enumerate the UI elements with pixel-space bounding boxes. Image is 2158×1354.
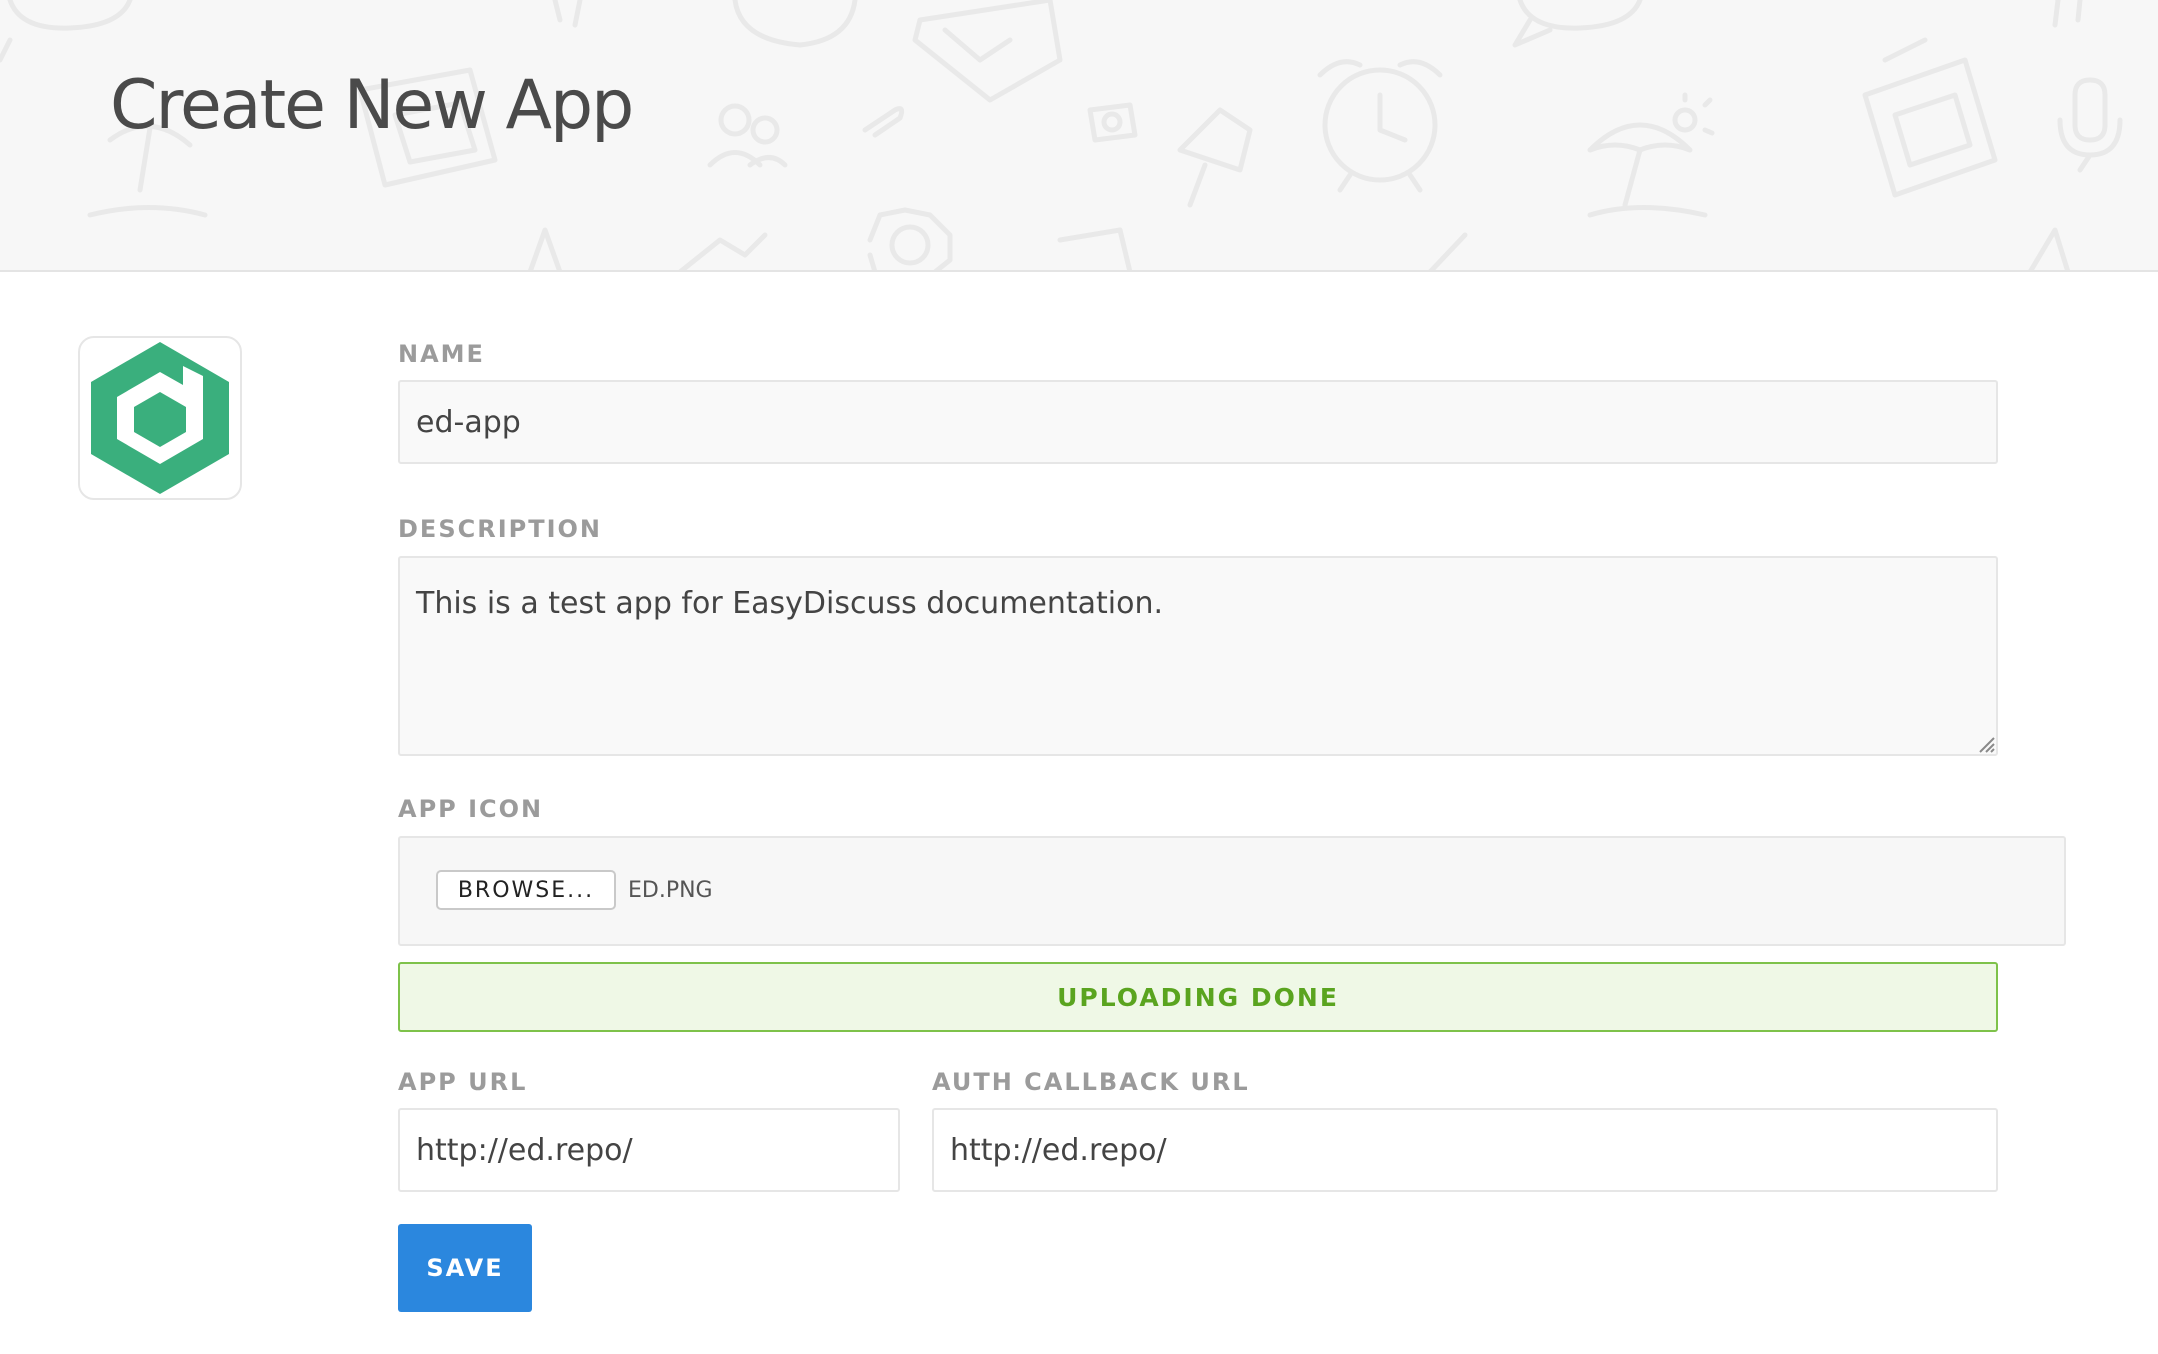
- browse-button[interactable]: BROWSE...: [436, 870, 616, 910]
- resize-grip-icon[interactable]: [1976, 734, 1996, 754]
- page-title: Create New App: [110, 66, 634, 145]
- auth-callback-url-input[interactable]: [932, 1108, 1998, 1192]
- easydiscuss-hexagon-icon: [91, 342, 229, 494]
- auth-callback-url-label: AUTH CALLBACK URL: [932, 1068, 1250, 1096]
- description-label: DESCRIPTION: [398, 515, 603, 543]
- app-logo: [78, 336, 242, 500]
- selected-file-name: ED.PNG: [628, 878, 713, 903]
- description-textarea[interactable]: This is a test app for EasyDiscuss docum…: [398, 556, 1998, 756]
- app-url-label: APP URL: [398, 1068, 528, 1096]
- file-upload-field: BROWSE... ED.PNG: [398, 836, 2066, 946]
- name-input[interactable]: [398, 380, 1998, 464]
- upload-status-banner: UPLOADING DONE: [398, 962, 1998, 1032]
- name-label: NAME: [398, 340, 485, 368]
- app-url-input[interactable]: [398, 1108, 900, 1192]
- save-button[interactable]: SAVE: [398, 1224, 532, 1312]
- app-icon-label: APP ICON: [398, 795, 544, 823]
- page-header: Create New App: [0, 0, 2158, 272]
